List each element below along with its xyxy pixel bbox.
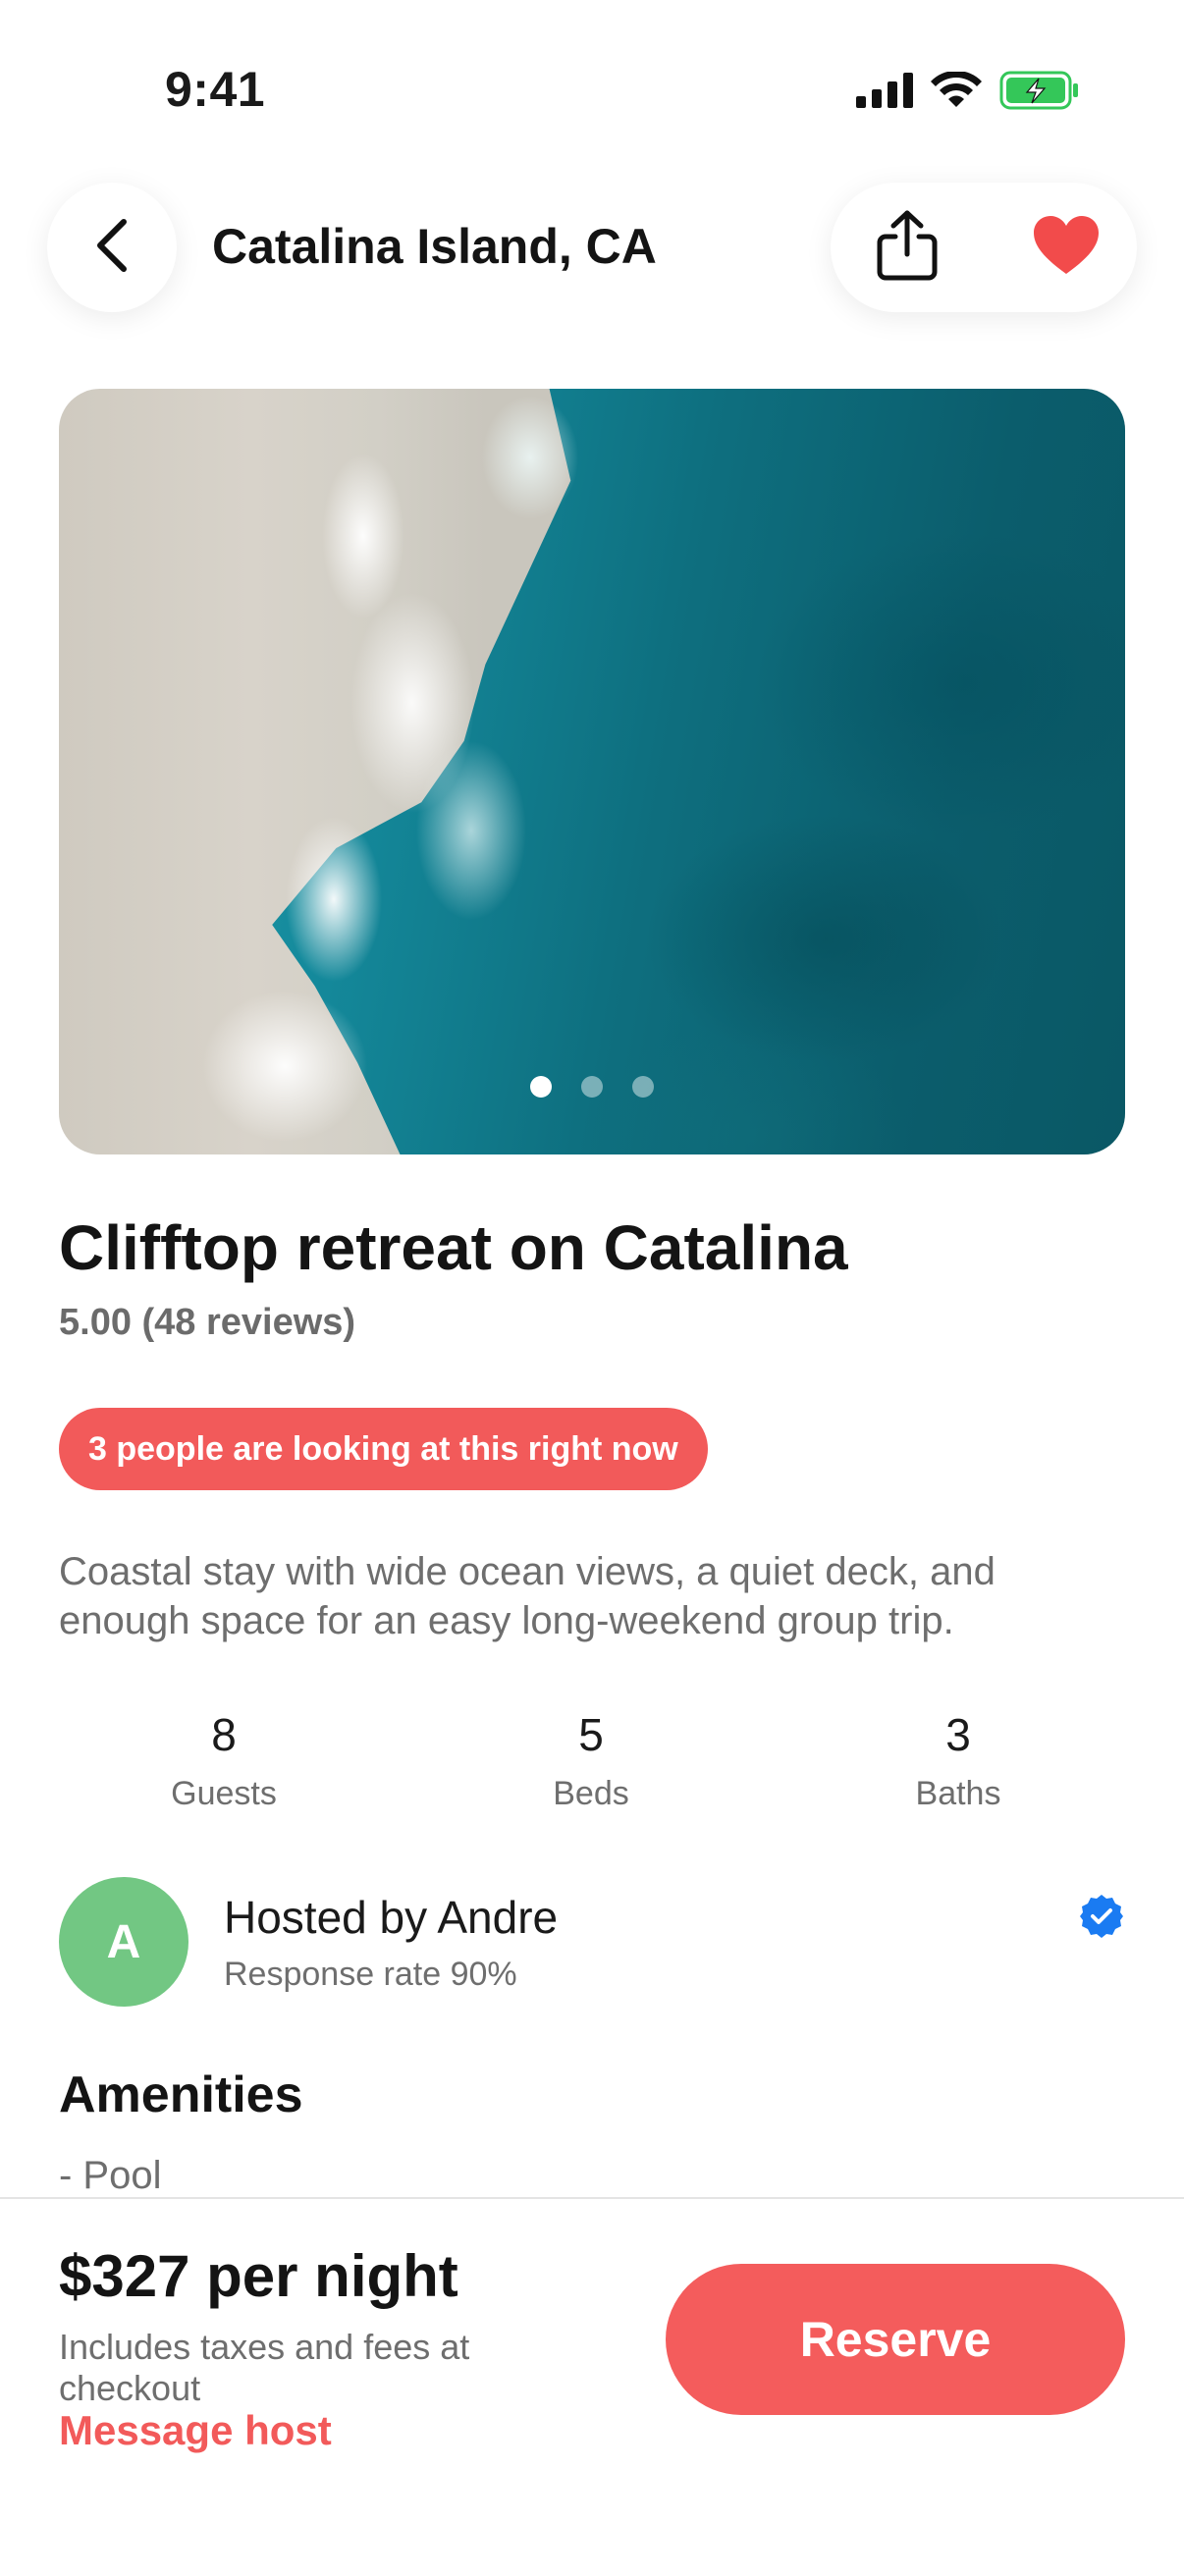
header-title: Catalina Island, CA [212,219,657,274]
stat-value: 8 [211,1709,237,1760]
message-host-link[interactable]: Message host [59,2407,332,2454]
stat-label: Beds [553,1775,629,1812]
host-response-rate: Response rate 90% [224,1956,517,1993]
signal-icon [856,73,913,113]
verified-badge-icon [1078,1893,1125,1945]
viewers-alert-badge: 3 people are looking at this right now [59,1408,708,1490]
carousel-page-indicator [59,1076,1125,1098]
carousel-dot[interactable] [632,1076,654,1098]
status-icons [856,70,1080,115]
stat-value: 3 [945,1709,971,1760]
share-button[interactable] [866,206,948,289]
wifi-icon [931,70,982,114]
hero-image-carousel[interactable] [59,389,1125,1154]
favorite-button[interactable] [1025,206,1107,289]
status-time: 9:41 [165,62,266,117]
carousel-dot[interactable] [581,1076,603,1098]
stat-beds: 5 Beds [444,1708,738,1813]
fees-note: Includes taxes and fees at checkout [59,2327,470,2408]
stat-guests: 8 Guests [77,1708,371,1813]
battery-icon [999,71,1080,115]
listing-title: Clifftop retreat on Catalina [59,1212,848,1283]
back-button[interactable] [47,183,177,312]
stat-label: Baths [915,1775,1001,1812]
carousel-dot[interactable] [530,1076,552,1098]
reserve-button[interactable]: Reserve [666,2264,1125,2415]
rating-text[interactable]: 5.00 (48 reviews) [59,1302,355,1344]
heart-icon [1032,215,1101,281]
stat-value: 5 [578,1709,604,1760]
stat-baths: 3 Baths [811,1708,1105,1813]
amenities-heading: Amenities [59,2066,303,2123]
host-avatar[interactable]: A [59,1877,188,2007]
share-icon [876,209,939,287]
header-actions [831,183,1137,312]
price-per-night: $327 per night [59,2243,458,2309]
listing-description: Coastal stay with wide ocean views, a qu… [59,1550,996,1642]
stat-label: Guests [171,1775,277,1812]
amenity-item: - Pool [59,2154,162,2197]
back-chevron-icon [90,216,134,280]
host-name[interactable]: Hosted by Andre [224,1891,558,1944]
